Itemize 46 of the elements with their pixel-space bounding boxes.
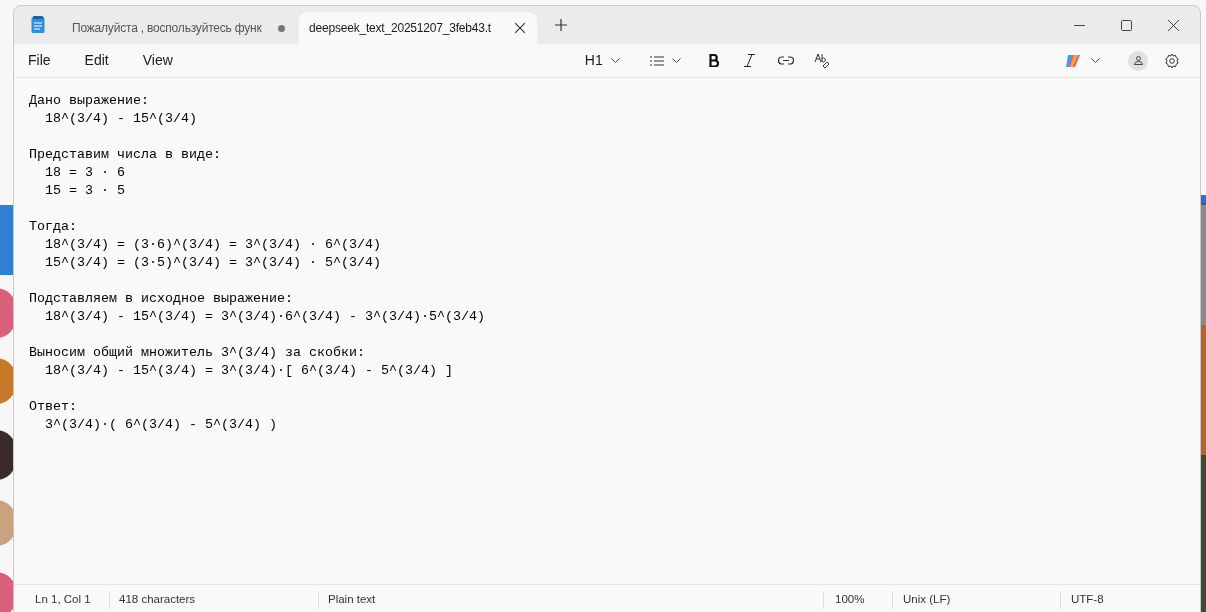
tab[interactable]: Пожалуйста , воспользуйтесь функ — [59, 12, 299, 44]
close-icon — [1168, 19, 1179, 31]
eraser-icon — [813, 53, 830, 68]
zoom-level: 100% — [834, 592, 866, 608]
settings-icon — [1164, 52, 1180, 69]
plus-icon — [555, 19, 567, 31]
menu-item[interactable]: File — [20, 46, 59, 75]
text-line: 18^(3/4) - 15^(3/4) — [45, 110, 197, 128]
copilot-icon — [1065, 52, 1081, 69]
account-button[interactable] — [1128, 50, 1148, 71]
text-line: Выносим общий множитель 3^(3/4) за скобки: — [29, 344, 365, 362]
text-line: Ответ: — [29, 398, 77, 416]
minimize-icon — [1074, 24, 1085, 26]
link-icon — [777, 56, 794, 65]
cursor-position: Ln 1, Col 1 — [34, 592, 92, 608]
text-line: Тогда: — [29, 218, 77, 236]
close-icon[interactable] — [515, 23, 525, 33]
text-line: 18^(3/4) = (3·6)^(3/4) = 3^(3/4) · 6^(3/4) — [45, 236, 381, 254]
text-line: 15^(3/4) = (3·5)^(3/4) = 3^(3/4) · 5^(3/4) — [45, 254, 381, 272]
chevron-icon — [671, 58, 681, 63]
notepad-icon — [31, 16, 45, 34]
text-line: 18 = 3 · 6 — [45, 164, 125, 182]
text-line: 18^(3/4) - 15^(3/4) = 3^(3/4)·6^(3/4) - 3^(3/4)·5^(3/4) — [45, 308, 485, 326]
menu-item[interactable]: View — [134, 46, 181, 75]
heading-dropdown[interactable]: H1 — [578, 46, 626, 75]
line-ending: Unix (LF) — [902, 592, 952, 608]
maximize-icon — [1121, 19, 1132, 31]
text-line: Представим числа в виде: — [29, 146, 221, 164]
tab-label: deepseek_text_20251207_3feb43.t — [309, 20, 492, 37]
text-line: 3^(3/4)·( 6^(3/4) - 5^(3/4) ) — [45, 416, 277, 434]
person-icon — [1133, 56, 1143, 65]
menu-item[interactable]: Edit — [76, 46, 117, 75]
text-line: Подставляем в исходное выражение: — [29, 290, 293, 308]
text-line: 18^(3/4) - 15^(3/4) = 3^(3/4)·[ 6^(3/4) - 5^(3/4) ] — [45, 362, 453, 380]
file-format: Plain text — [327, 592, 377, 608]
tab[interactable]: deepseek_text_20251207_3feb43.t — [299, 12, 537, 44]
tab-label: Пожалуйста , воспользуйтесь функ — [72, 20, 263, 37]
list-icon — [649, 55, 664, 66]
italic-icon — [744, 54, 756, 67]
text-line: Дано выражение: — [29, 92, 149, 110]
chevron-icon — [610, 58, 620, 63]
bold-icon — [708, 54, 719, 67]
text-line: 15 = 3 · 5 — [45, 182, 125, 200]
character-count: 418 characters — [118, 592, 197, 608]
encoding: UTF-8 — [1070, 592, 1104, 608]
chevron-icon — [1091, 58, 1100, 63]
